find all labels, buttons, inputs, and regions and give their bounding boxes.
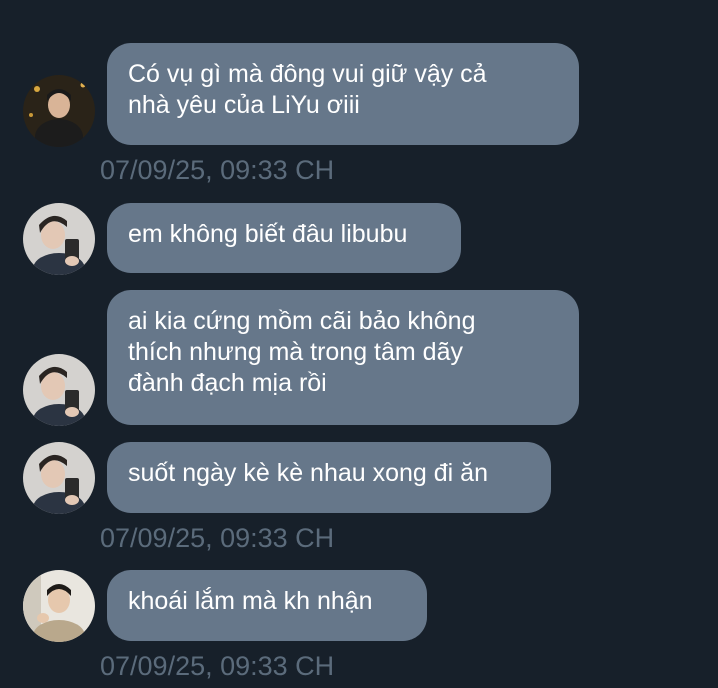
timestamp: 07/09/25, 09:33 CH: [100, 651, 335, 681]
timestamp: 07/09/25, 09:33 CH: [100, 155, 335, 185]
avatar[interactable]: [23, 354, 95, 426]
message-bubble[interactable]: em không biết đâu libubu: [107, 203, 461, 273]
avatar[interactable]: [23, 75, 95, 147]
avatar[interactable]: [23, 203, 95, 275]
timestamp: 07/09/25, 09:33 CH: [100, 523, 335, 553]
message-bubble[interactable]: khoái lắm mà kh nhận: [107, 570, 427, 641]
message-bubble[interactable]: suốt ngày kè kè nhau xong đi ăn: [107, 442, 551, 513]
message-bubble[interactable]: ai kia cứng mồm cãi bảo không thích nhưn…: [107, 290, 579, 425]
message-bubble[interactable]: Có vụ gì mà đông vui giữ vậy cả nhà yêu …: [107, 43, 579, 145]
avatar[interactable]: [23, 442, 95, 514]
avatar[interactable]: [23, 570, 95, 642]
